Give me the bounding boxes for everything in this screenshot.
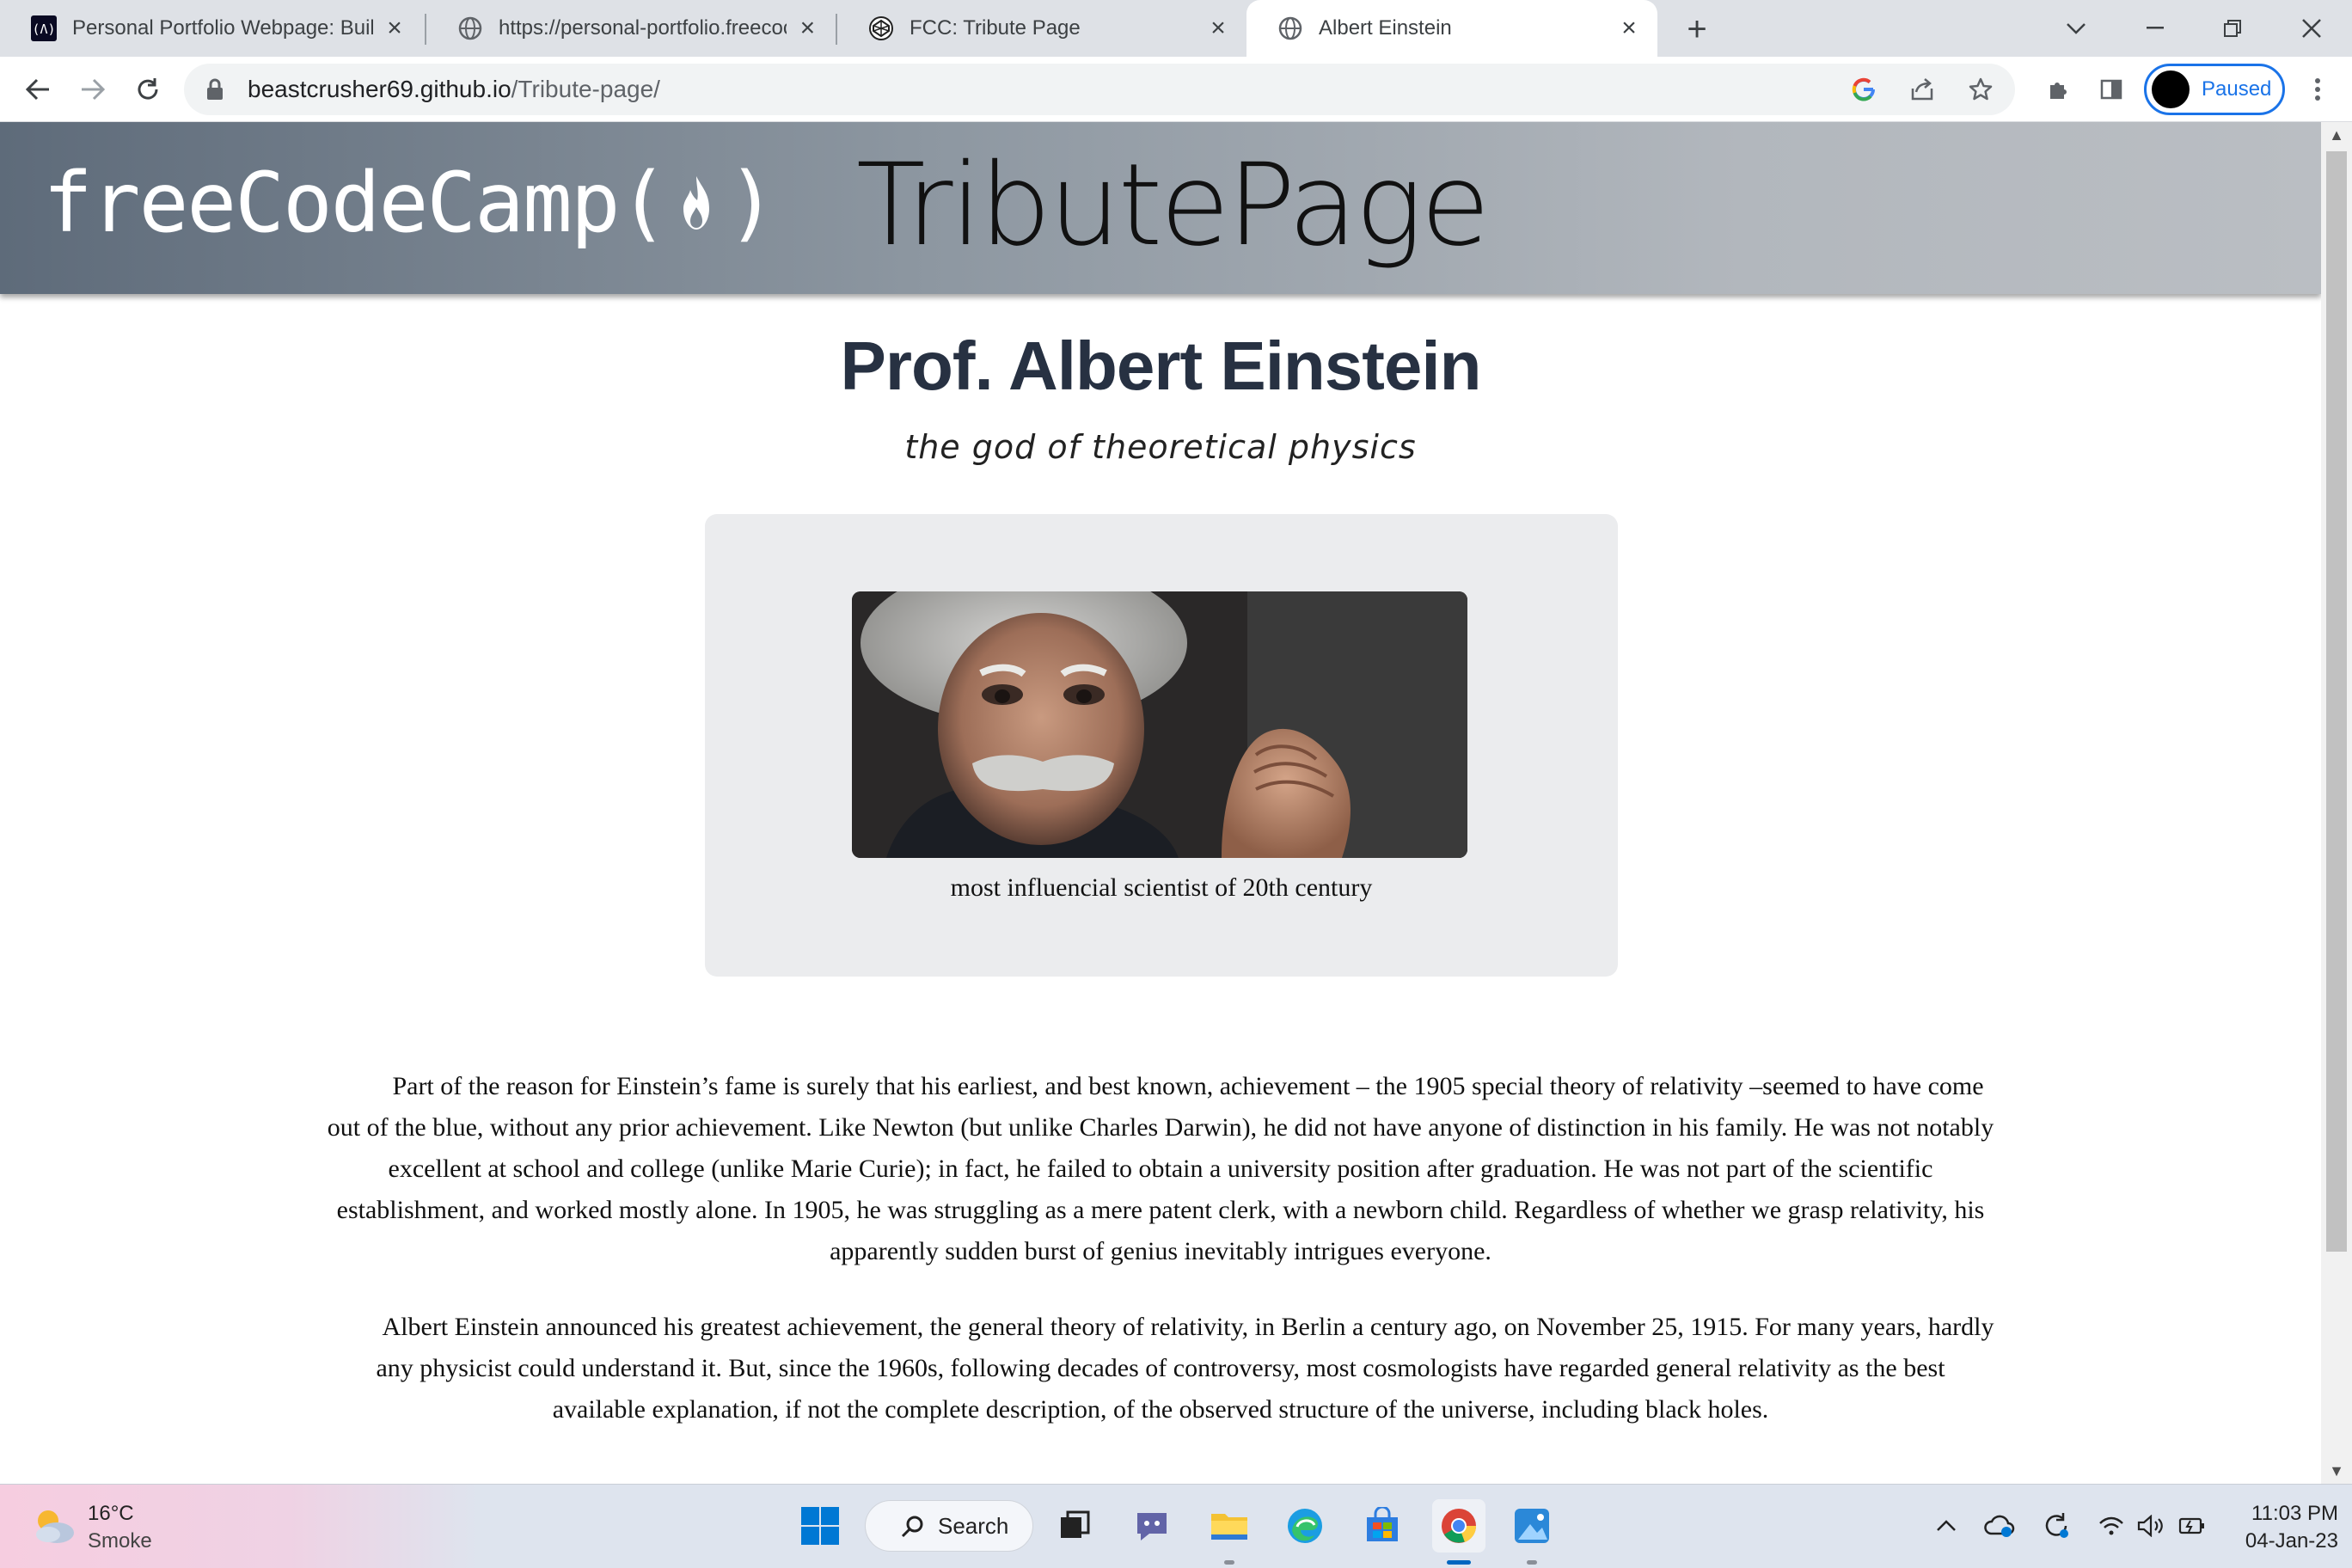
windows-taskbar: 16°C Smoke Search 11:03 PM 04-Jan-23 (0, 1484, 2352, 1568)
browser-toolbar: beastcrusher69.github.io/Tribute-page/ P… (0, 57, 2352, 122)
close-tab-icon[interactable]: × (795, 14, 820, 42)
profile-button[interactable]: Paused (2144, 64, 2285, 115)
scrollbar-thumb[interactable] (2326, 151, 2347, 1252)
freecodecamp-logo[interactable]: freeCodeCamp( ) (43, 155, 776, 251)
minimize-button[interactable] (2116, 0, 2194, 57)
side-panel-icon[interactable] (2094, 72, 2128, 107)
svg-text:(Λ): (Λ) (32, 21, 55, 37)
weather-temperature: 16°C (88, 1502, 134, 1525)
windows-start-icon[interactable] (796, 1502, 844, 1550)
tab-strip: (Λ) Personal Portfolio Webpage: Buil × h… (0, 0, 2352, 57)
tab-search-chevron-icon[interactable] (2037, 0, 2115, 57)
clock-date: 04-Jan-23 (2245, 1529, 2338, 1553)
url-host: beastcrusher69.github.io (248, 76, 511, 102)
tab-title: https://personal-portfolio.freecoc (499, 16, 787, 40)
avatar (2152, 70, 2190, 108)
banner-title: TributePage (856, 139, 1491, 272)
page-viewport: freeCodeCamp( ) TributePage Prof. Albert… (0, 122, 2321, 1484)
forward-button[interactable] (69, 65, 117, 113)
google-translate-icon[interactable] (1847, 72, 1881, 107)
weather-condition: Smoke (88, 1529, 152, 1553)
address-bar[interactable]: beastcrusher69.github.io/Tribute-page/ (184, 64, 2015, 115)
scroll-up-arrow-icon[interactable]: ▲ (2321, 122, 2352, 148)
tab-title: FCC: Tribute Page (910, 16, 1081, 40)
tab-portfolio-webpage[interactable]: (Λ) Personal Portfolio Webpage: Buil × (0, 0, 423, 57)
tab-title: Albert Einstein (1319, 16, 1452, 40)
clock-time: 11:03 PM (2251, 1502, 2338, 1525)
tribute-article: Part of the reason for Einstein’s fame i… (327, 1066, 1994, 1465)
image-card: most influencial scientist of 20th centu… (705, 514, 1618, 977)
weather-cloud-sun-icon (36, 1510, 74, 1543)
flame-icon (683, 176, 710, 230)
logo-close-paren: ) (726, 155, 776, 251)
running-indicator (1527, 1560, 1537, 1565)
volume-icon[interactable] (2134, 1509, 2168, 1543)
back-button[interactable] (14, 65, 62, 113)
wifi-icon[interactable] (2094, 1509, 2128, 1543)
search-icon (901, 1516, 923, 1538)
profile-status-label: Paused (2202, 77, 2272, 101)
microsoft-store-icon[interactable] (1358, 1502, 1406, 1550)
scroll-down-arrow-icon[interactable]: ▼ (2321, 1458, 2352, 1484)
einstein-portrait-image (852, 591, 1467, 858)
active-indicator (1447, 1560, 1471, 1565)
chrome-menu-icon[interactable] (2300, 72, 2335, 107)
codepen-icon (868, 15, 894, 41)
chrome-icon[interactable] (1432, 1499, 1485, 1553)
sync-status-icon[interactable] (2039, 1509, 2073, 1543)
close-tab-icon[interactable]: × (382, 14, 407, 42)
tab-personal-portfolio[interactable]: https://personal-portfolio.freecoc × (426, 0, 836, 57)
page-banner: freeCodeCamp( ) TributePage (0, 122, 2321, 294)
page-title: Prof. Albert Einstein (840, 328, 1481, 404)
task-view-icon[interactable] (1050, 1502, 1099, 1550)
url-path: /Tribute-page/ (511, 76, 660, 102)
search-label: Search (938, 1512, 1009, 1539)
file-explorer-icon[interactable] (1205, 1502, 1253, 1550)
extensions-puzzle-icon[interactable] (2041, 72, 2075, 107)
edge-browser-icon[interactable] (1281, 1502, 1329, 1550)
share-icon[interactable] (1905, 72, 1939, 107)
page-subtitle: the god of theoretical physics (904, 428, 1417, 466)
globe-icon (1277, 15, 1303, 41)
new-tab-button[interactable]: + (1678, 10, 1716, 48)
taskbar-clock[interactable]: 11:03 PM 04-Jan-23 (2218, 1500, 2338, 1555)
teams-chat-icon[interactable] (1128, 1502, 1176, 1550)
photos-app-icon[interactable] (1508, 1502, 1556, 1550)
article-paragraph: Part of the reason for Einstein’s fame i… (327, 1072, 1994, 1265)
lock-icon (207, 78, 223, 100)
logo-text: freeCodeCamp( (43, 155, 668, 251)
onedrive-sync-icon[interactable] (1982, 1509, 2017, 1543)
restore-button[interactable] (2194, 0, 2271, 57)
close-window-button[interactable] (2273, 0, 2350, 57)
bookmark-star-icon[interactable] (1963, 72, 1998, 107)
reload-button[interactable] (124, 65, 172, 113)
tab-albert-einstein[interactable]: Albert Einstein × (1246, 0, 1657, 57)
article-paragraph: Albert Einstein announced his greatest a… (376, 1313, 1994, 1424)
image-caption: most influencial scientist of 20th centu… (950, 873, 1373, 902)
taskbar-search-box[interactable]: Search (865, 1500, 1033, 1552)
close-tab-icon[interactable]: × (1616, 14, 1642, 42)
weather-widget[interactable]: 16°C Smoke (0, 1485, 481, 1568)
show-hidden-icons-chevron-icon[interactable] (1929, 1509, 1963, 1543)
running-indicator (1224, 1560, 1234, 1565)
page-scrollbar[interactable]: ▲ ▼ (2321, 122, 2352, 1484)
tab-fcc-tribute[interactable]: FCC: Tribute Page × (837, 0, 1246, 57)
tab-title: Personal Portfolio Webpage: Buil (72, 16, 374, 40)
freecodecamp-icon: (Λ) (31, 15, 57, 41)
close-tab-icon[interactable]: × (1205, 14, 1231, 42)
battery-icon[interactable] (2175, 1509, 2209, 1543)
globe-icon (457, 15, 483, 41)
